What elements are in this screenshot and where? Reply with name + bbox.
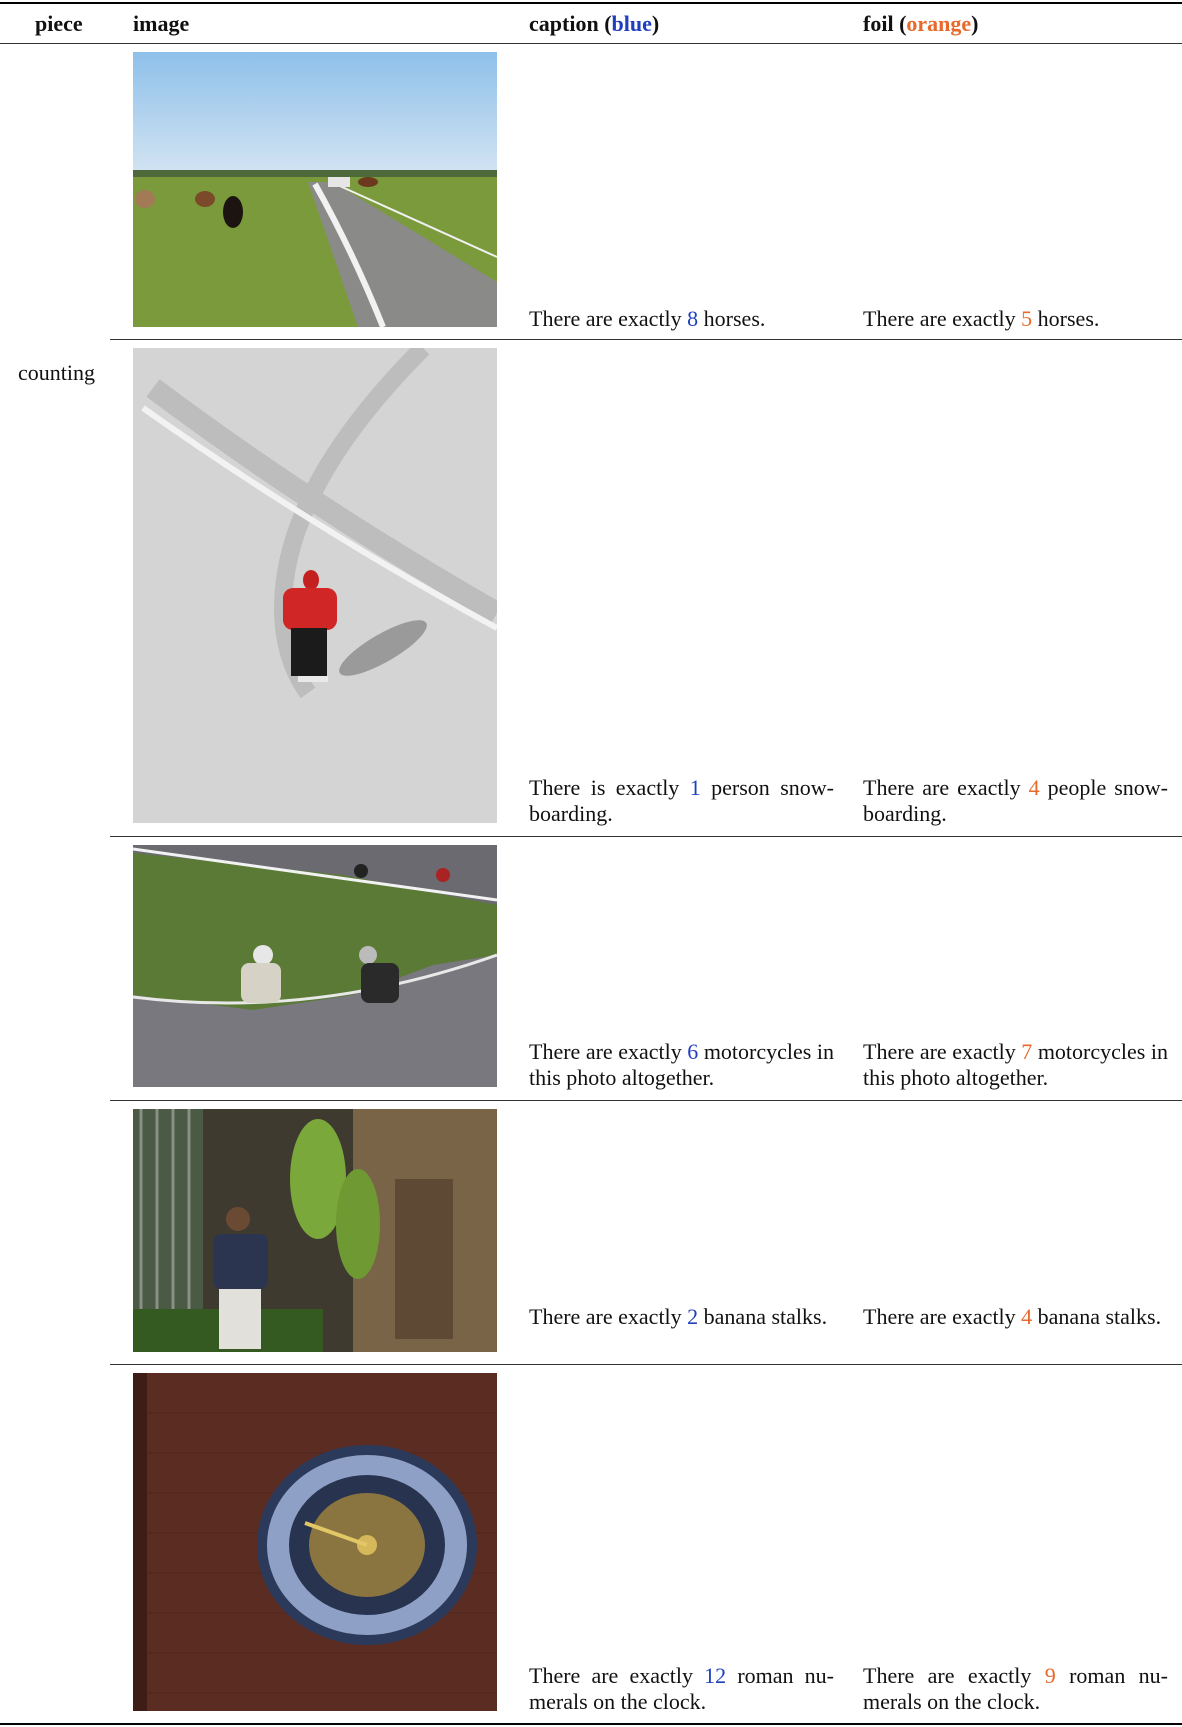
- row-rule: [110, 339, 1182, 340]
- row3-caption: There are exactly 6 motorcycles in this …: [529, 1039, 834, 1090]
- row-rule: [110, 1364, 1182, 1365]
- header-caption-word: caption: [529, 11, 599, 36]
- header-rule: [0, 43, 1182, 44]
- header-caption: caption (blue): [529, 11, 660, 36]
- header-image: image: [133, 11, 190, 36]
- foil-number: 4: [1028, 775, 1040, 800]
- row2-caption: There is exactly 1 person snow-boarding.: [529, 775, 834, 826]
- row1-foil: There are exactly 5 horses.: [863, 306, 1100, 331]
- row5-foil: There are exactly 9 roman nu-merals on t…: [863, 1663, 1168, 1714]
- row4-caption: There are exactly 2 banana stalks.: [529, 1304, 828, 1329]
- snowboarder-photo: [133, 348, 497, 823]
- caption-number: 1: [689, 775, 701, 800]
- horses-on-road-photo: [133, 52, 497, 327]
- caption-number: 8: [687, 306, 699, 331]
- foil-number: 5: [1021, 306, 1033, 331]
- foil-number: 9: [1044, 1663, 1056, 1688]
- caption-number: 6: [687, 1039, 699, 1064]
- row-rule: [110, 836, 1182, 837]
- header-foil-word: foil: [863, 11, 894, 36]
- banana-vendor-photo: [133, 1109, 497, 1352]
- row4-foil: There are exactly 4 banana stalks.: [863, 1304, 1162, 1329]
- top-rule: [0, 2, 1182, 4]
- caption-number: 12: [704, 1663, 727, 1688]
- row1-caption: There are exactly 8 horses.: [529, 306, 766, 331]
- motorcycle-race-photo: [133, 845, 497, 1087]
- bottom-rule: [0, 1723, 1182, 1725]
- caption-number: 2: [687, 1304, 699, 1329]
- foil-number: 4: [1021, 1304, 1033, 1329]
- foil-number: 7: [1021, 1039, 1033, 1064]
- header-piece: piece: [35, 11, 83, 36]
- header-foil: foil (orange): [863, 11, 979, 36]
- piece-label: counting: [18, 360, 95, 385]
- header-foil-color: orange: [906, 11, 972, 36]
- row3-foil: There are exactly 7 motorcycles in this …: [863, 1039, 1168, 1090]
- row5-caption: There are exactly 12 roman nu-merals on …: [529, 1663, 835, 1714]
- row-rule: [110, 1100, 1182, 1101]
- header-caption-color: blue: [611, 11, 652, 36]
- wall-clock-photo: [133, 1373, 497, 1711]
- row2-foil: There are exactly 4 people snow-boarding…: [863, 775, 1169, 826]
